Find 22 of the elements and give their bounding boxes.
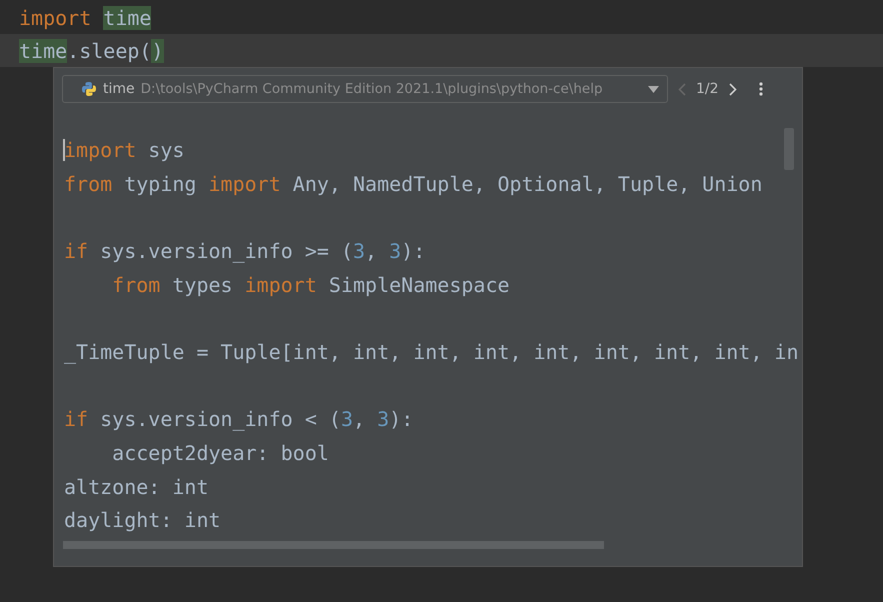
module-path: D:\tools\PyCharm Community Edition 2021.1\plugins\python-ce\help [140, 81, 604, 97]
code-line: if sys.version_info >= (3, 3): [64, 238, 426, 265]
previous-button[interactable] [678, 82, 686, 96]
code-line: daylight: int [64, 507, 221, 534]
code-line: _TimeTuple = Tuple[int, int, int, int, int, int, int, int, in [64, 338, 799, 366]
code-line: import time [19, 4, 152, 32]
code-line: from types import SimpleNamespace [111, 272, 510, 299]
code-line: altzone: int [64, 474, 208, 501]
code-line: from typing import Any, NamedTuple, Optional, Tuple, Union [64, 170, 762, 198]
code-line: time.sleep() [19, 38, 164, 64]
module-dropdown[interactable]: time D:\tools\PyCharm Community Edition 2021.1\plugins\python-ce\help [62, 75, 668, 103]
more-icon[interactable] [758, 82, 763, 96]
text-cursor [63, 139, 65, 161]
code-line: if sys.version_info < (3, 3): [64, 406, 414, 434]
next-button[interactable] [728, 82, 737, 96]
module-name: time [103, 81, 135, 97]
page-counter: 1/2 [696, 81, 719, 97]
code-line: import sys [64, 136, 184, 164]
code-line: accept2dyear: bool [111, 440, 329, 468]
dropdown-arrow-icon [648, 86, 659, 92]
horizontal-scrollbar[interactable] [63, 541, 604, 549]
python-icon [81, 81, 97, 97]
